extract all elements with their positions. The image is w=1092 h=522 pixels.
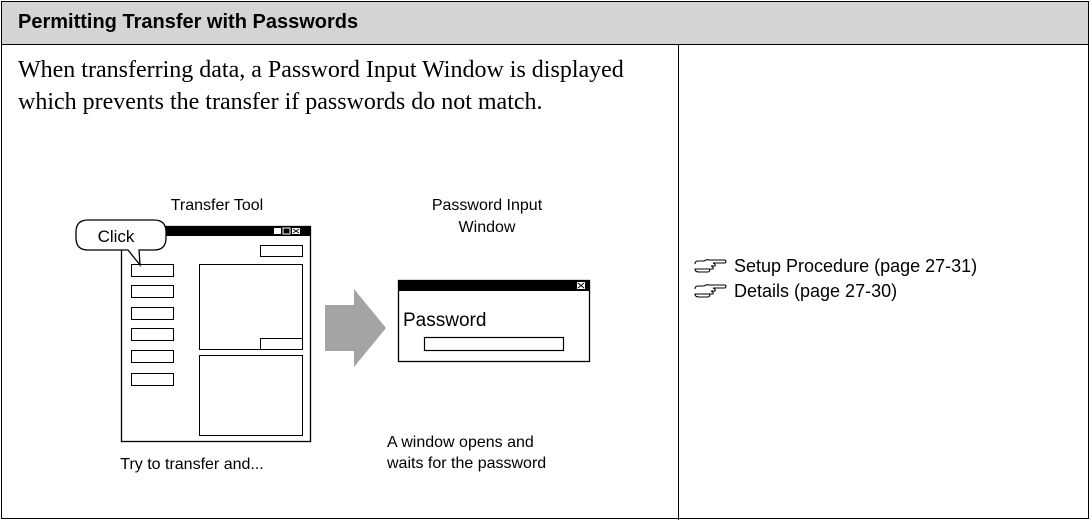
- pointing-hand-icon: [694, 284, 727, 298]
- password-label: Password: [403, 310, 486, 331]
- reference-list: Setup Procedure (page 27-31) Details (pa…: [694, 252, 977, 302]
- right-arrow-icon: [325, 289, 386, 367]
- info-table: Permitting Transfer with Passwords When …: [1, 1, 1089, 520]
- reference-setup-procedure[interactable]: Setup Procedure (page 27-31): [694, 252, 977, 277]
- click-callout-text: Click: [98, 227, 135, 246]
- reference-label: Details (page 27-30): [734, 281, 898, 301]
- reference-label: Setup Procedure (page 27-31): [734, 256, 978, 276]
- reference-details[interactable]: Details (page 27-30): [694, 277, 977, 302]
- table-header: Permitting Transfer with Passwords: [2, 2, 1088, 45]
- section-title: Permitting Transfer with Passwords: [18, 11, 359, 33]
- password-window: Password: [397, 279, 591, 363]
- transfer-tool-window: [120, 225, 312, 443]
- pointing-hand-icon: [694, 259, 727, 273]
- password-field: [423, 336, 565, 352]
- column-divider: [678, 45, 679, 520]
- transfer-illustration: Click Password: [75, 219, 591, 443]
